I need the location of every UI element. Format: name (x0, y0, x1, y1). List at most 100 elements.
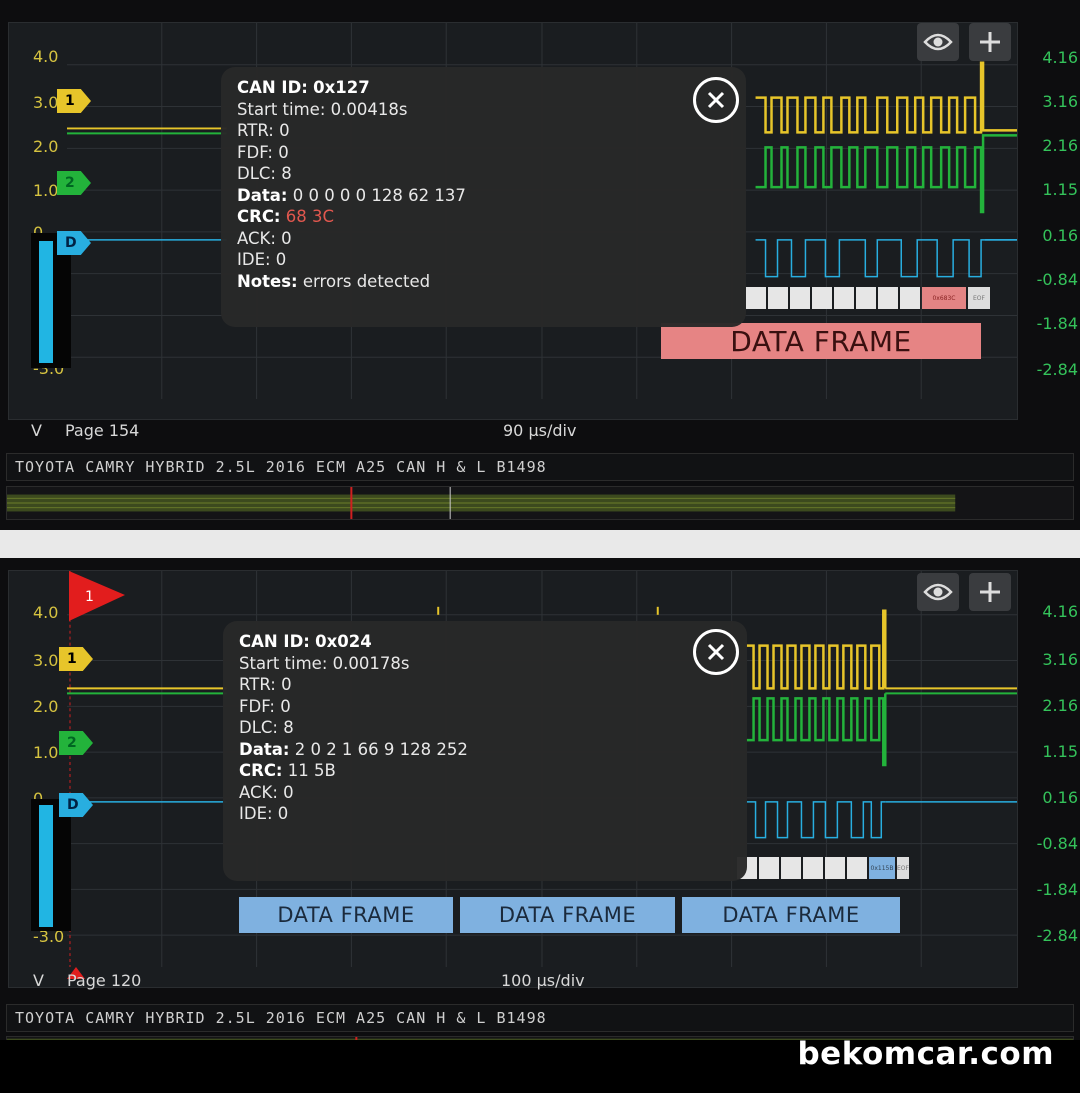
scope-display[interactable]: 4.0 3.0 2.0 1.0 0 -3.0 1 2 D 0x683C EOF (8, 22, 1018, 440)
eye-button[interactable] (917, 23, 959, 61)
add-button[interactable] (969, 573, 1011, 611)
decoded-byte[interactable] (768, 287, 788, 309)
frame-detail-popup: CAN ID: 0x024 Start time: 0.00178s RTR: … (223, 621, 747, 881)
trigger-label: 1 (85, 589, 94, 605)
start-time: Start time: 0.00178s (239, 653, 410, 673)
close-icon (707, 643, 725, 661)
level-bar[interactable] (39, 805, 53, 927)
page-indicator[interactable]: Page 154 (65, 421, 139, 440)
start-time: Start time: 0.00418s (237, 99, 408, 119)
crc-chip[interactable]: 0x115B (869, 857, 895, 879)
axis-right-tick: -2.84 (1036, 360, 1078, 379)
data-frame-label[interactable]: DATA FRAME (682, 897, 900, 933)
ide: IDE: 0 (237, 250, 287, 269)
eye-icon (923, 33, 953, 51)
plus-icon (980, 582, 1000, 602)
axis-left-tick: 2.0 (33, 137, 59, 156)
axis-right-tick: 2.16 (1042, 696, 1078, 715)
fdf: FDF: 0 (239, 696, 291, 716)
axis-right-tick: 3.16 (1042, 92, 1078, 111)
watermark: bekomcar.com (797, 1036, 1054, 1072)
close-popup-button[interactable] (693, 629, 739, 675)
eof-chip[interactable]: EOF (897, 857, 909, 879)
data-frame-label[interactable]: DATA FRAME (661, 323, 981, 359)
right-axis: 4.16 3.16 2.16 1.15 0.16 -0.84 -1.84 -2.… (1018, 570, 1080, 988)
data-frame-label[interactable]: DATA FRAME (460, 897, 675, 933)
decoded-byte[interactable] (825, 857, 845, 879)
axis-right-tick: 1.15 (1042, 742, 1078, 761)
decoded-byte[interactable] (759, 857, 779, 879)
axis-left-tick: 2.0 (33, 697, 59, 716)
can-id: 0x024 (315, 632, 372, 651)
axis-right-tick: -1.84 (1036, 880, 1078, 899)
rtr: RTR: 0 (237, 121, 290, 140)
axis-right-tick: -0.84 (1036, 834, 1078, 853)
eof-chip[interactable]: EOF (968, 287, 990, 309)
decoded-bytes: 0x115B EOF (737, 857, 909, 879)
scope-display[interactable]: 4.0 3.0 2.0 1.0 0 -3.0 1 1 2 D 0x115B (8, 570, 1018, 990)
add-button[interactable] (969, 23, 1011, 61)
timebase[interactable]: 100 µs/div (501, 971, 585, 990)
close-icon (707, 91, 725, 109)
waveform-overview[interactable] (6, 486, 1074, 520)
scope-panel-bottom: 4.0 3.0 2.0 1.0 0 -3.0 1 1 2 D 0x115B (0, 558, 1080, 1048)
decoded-byte[interactable] (900, 287, 920, 309)
axis-right-tick: 4.16 (1042, 602, 1078, 621)
axis-left-tick: 1.0 (33, 743, 59, 762)
scope-panel-top: 4.0 3.0 2.0 1.0 0 -3.0 1 2 D 0x683C EOF (0, 0, 1080, 530)
eye-icon (923, 583, 953, 601)
plus-icon (980, 32, 1000, 52)
right-axis: 4.16 3.16 2.16 1.15 0.16 -0.84 -1.84 -2.… (1018, 22, 1080, 420)
axis-left-tick: 3.0 (33, 93, 59, 112)
can-id-row: CAN ID: 0x024 (239, 632, 372, 651)
close-popup-button[interactable] (693, 77, 739, 123)
dlc: DLC: 8 (239, 718, 294, 737)
crc-row: CRC: 11 5B (239, 761, 336, 780)
decoded-byte[interactable] (790, 287, 810, 309)
data-bytes: 2 0 2 1 66 9 128 252 (294, 739, 468, 759)
trigger-flag-icon[interactable]: 1 (67, 571, 127, 623)
decoded-byte[interactable] (812, 287, 832, 309)
notes: errors detected (302, 271, 431, 291)
crc-value: 11 5B (287, 761, 336, 780)
ack: ACK: 0 (239, 782, 294, 802)
decoded-byte[interactable] (847, 857, 867, 879)
timebase[interactable]: 90 µs/div (503, 421, 576, 440)
image-divider (0, 530, 1080, 558)
axis-right-tick: 0.16 (1042, 788, 1078, 807)
fdf: FDF: 0 (237, 142, 289, 162)
axis-right-tick: -1.84 (1036, 314, 1078, 333)
decoded-byte[interactable] (781, 857, 801, 879)
can-id: 0x127 (313, 78, 370, 97)
axis-right-tick: 2.16 (1042, 136, 1078, 155)
decoded-byte[interactable] (834, 287, 854, 309)
eye-button[interactable] (917, 573, 959, 611)
vehicle-title: TOYOTA CAMRY HYBRID 2.5L 2016 ECM A25 CA… (6, 453, 1074, 481)
axis-right-tick: 0.16 (1042, 226, 1078, 245)
vehicle-title: TOYOTA CAMRY HYBRID 2.5L 2016 ECM A25 CA… (6, 1004, 1074, 1032)
unit-label: V (33, 971, 44, 990)
data-frame-label[interactable]: DATA FRAME (239, 897, 453, 933)
decoded-bytes: 0x683C EOF (746, 287, 990, 309)
axis-right-tick: 4.16 (1042, 48, 1078, 67)
axis-right-tick: 1.15 (1042, 180, 1078, 199)
crc-row: CRC: 68 3C (237, 207, 335, 226)
page-indicator[interactable]: Page 120 (67, 971, 141, 990)
decoded-byte[interactable] (878, 287, 898, 309)
level-bar[interactable] (39, 241, 53, 363)
axis-left-tick: 3.0 (33, 651, 59, 670)
axis-left-tick: 4.0 (33, 603, 59, 622)
unit-label: V (31, 421, 42, 440)
decoded-byte[interactable] (856, 287, 876, 309)
frame-detail-popup: CAN ID: 0x127 Start time: 0.00418s RTR: … (221, 67, 746, 327)
crc-chip[interactable]: 0x683C (922, 287, 966, 309)
axis-left-tick: 4.0 (33, 47, 59, 66)
decoded-byte[interactable] (803, 857, 823, 879)
data-row: Data: 2 0 2 1 66 9 128 252 (239, 739, 468, 759)
rtr: RTR: 0 (239, 675, 292, 694)
decoded-byte[interactable] (746, 287, 766, 309)
axis-right-tick: 3.16 (1042, 650, 1078, 669)
dlc: DLC: 8 (237, 164, 292, 183)
can-id-row: CAN ID: 0x127 (237, 78, 370, 97)
crc-value: 68 3C (285, 207, 335, 226)
